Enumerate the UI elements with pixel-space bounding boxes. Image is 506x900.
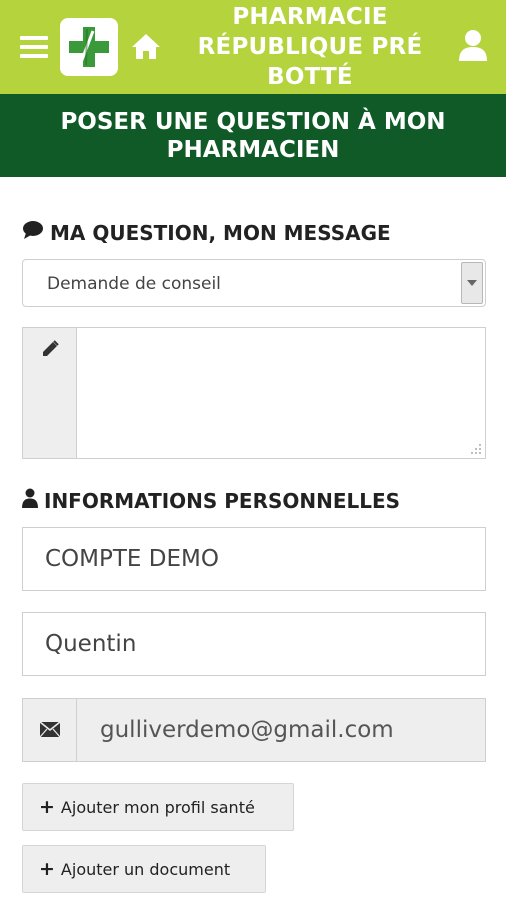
pharmacy-name: PHARMACIE RÉPUBLIQUE PRÉ BOTTÉ [197,4,423,90]
question-type-value: Demande de conseil [47,274,221,294]
plus-icon: + [39,796,55,818]
page-title: POSER UNE QUESTION À MON PHARMACIEN [0,94,506,177]
comment-icon [22,220,44,245]
email-addon [23,699,77,761]
last-name-value: COMPTE DEMO [45,546,219,572]
plus-icon: + [39,858,55,880]
personal-section-title: INFORMATIONS PERSONNELLES [22,488,400,513]
hamburger-icon[interactable] [20,36,48,58]
pharmacy-cross-logo[interactable] [60,18,118,76]
personal-section-label: INFORMATIONS PERSONNELLES [44,488,401,513]
question-section-title: MA QUESTION, MON MESSAGE [22,220,391,245]
message-addon [23,328,77,458]
add-document-button[interactable]: + Ajouter un document [22,845,266,893]
email-field: gulliverdemo@gmail.com [22,698,486,762]
add-health-profile-button[interactable]: + Ajouter mon profil santé [22,783,294,831]
message-textarea[interactable] [78,328,485,458]
last-name-input[interactable]: COMPTE DEMO [22,527,486,591]
user-icon[interactable] [457,28,489,62]
first-name-value: Quentin [45,631,137,657]
add-health-profile-label: Ajouter mon profil santé [60,797,255,817]
first-name-input[interactable]: Quentin [22,612,486,676]
home-icon[interactable] [131,32,161,60]
envelope-icon [40,722,60,737]
pencil-icon [43,340,59,356]
question-section-label: MA QUESTION, MON MESSAGE [50,220,391,245]
question-type-select[interactable]: Demande de conseil [22,259,486,307]
email-value: gulliverdemo@gmail.com [100,717,394,743]
user-icon [22,488,38,513]
resize-grip-icon[interactable] [470,443,482,455]
app-header: PHARMACIE RÉPUBLIQUE PRÉ BOTTÉ [0,0,506,94]
message-field-group [22,327,486,459]
chevron-down-icon [461,262,483,304]
add-document-label: Ajouter un document [60,859,231,879]
